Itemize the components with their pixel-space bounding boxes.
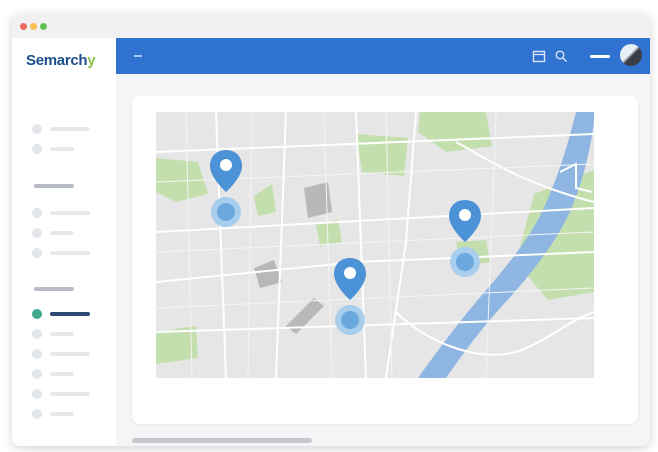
sidebar-item[interactable] — [32, 389, 102, 399]
horizontal-scrollbar[interactable] — [132, 438, 312, 443]
menu-line-icon[interactable] — [590, 55, 610, 58]
map-pin-icon[interactable] — [208, 150, 244, 230]
nav-dot-icon — [32, 349, 42, 359]
nav-label-placeholder — [50, 127, 90, 131]
logo-text: Semarch — [26, 52, 88, 69]
sidebar-item[interactable] — [32, 369, 102, 379]
nav-dot-icon — [32, 369, 42, 379]
maximize-dot-icon[interactable] — [40, 23, 47, 30]
sidebar-item[interactable] — [32, 329, 102, 339]
sidebar-section-header — [34, 287, 74, 291]
map-pin-icon[interactable] — [332, 258, 368, 338]
nav-dot-icon — [32, 248, 42, 258]
nav-dot-icon — [32, 389, 42, 399]
sidebar: Semarchy — [12, 38, 116, 446]
map-pin-icon[interactable] — [447, 200, 483, 280]
sidebar-item[interactable] — [32, 144, 102, 154]
minimize-dot-icon[interactable] — [30, 23, 37, 30]
nav-dot-icon — [32, 409, 42, 419]
search-icon[interactable] — [554, 49, 568, 63]
menu-icon[interactable] — [134, 55, 142, 57]
nav-dot-icon — [32, 144, 42, 154]
nav-label-placeholder — [50, 211, 90, 215]
sidebar-item[interactable] — [32, 349, 102, 359]
logo-accent: y — [87, 52, 96, 69]
map-view[interactable] — [156, 112, 594, 378]
nav-label-placeholder — [50, 352, 90, 356]
sidebar-item[interactable] — [32, 228, 102, 238]
title-bar — [12, 14, 650, 38]
user-avatar[interactable] — [620, 44, 642, 66]
sidebar-item[interactable] — [32, 208, 102, 218]
nav-label-placeholder — [50, 412, 74, 416]
top-bar — [116, 38, 650, 74]
close-dot-icon[interactable] — [20, 23, 27, 30]
nav-dot-icon — [32, 124, 42, 134]
sidebar-item[interactable] — [32, 248, 102, 258]
nav-label-placeholder — [50, 332, 74, 336]
sidebar-item[interactable] — [32, 409, 102, 419]
sidebar-section-header — [34, 184, 74, 188]
nav-dot-icon — [32, 208, 42, 218]
nav-label-placeholder — [50, 312, 90, 316]
calendar-icon[interactable] — [532, 49, 546, 63]
sidebar-item-active[interactable] — [32, 309, 102, 319]
nav-label-placeholder — [50, 231, 74, 235]
nav-dot-icon — [32, 329, 42, 339]
nav-label-placeholder — [50, 372, 74, 376]
nav-label-placeholder — [50, 251, 90, 255]
nav-dot-icon — [32, 309, 42, 319]
nav-label-placeholder — [50, 147, 74, 151]
app-logo[interactable]: Semarchy — [26, 52, 96, 69]
sidebar-item[interactable] — [32, 124, 102, 134]
nav-dot-icon — [32, 228, 42, 238]
nav-label-placeholder — [50, 392, 90, 396]
